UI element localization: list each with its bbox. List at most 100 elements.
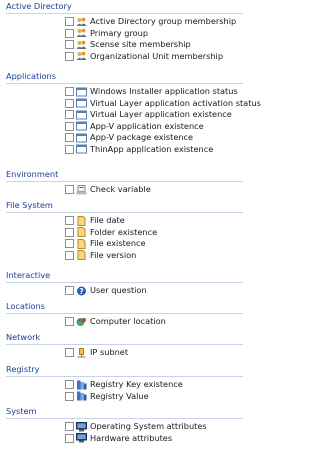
group-header: Active Directory	[0, 1, 246, 14]
checkbox[interactable]	[65, 133, 74, 143]
list-item[interactable]: Computer location	[0, 316, 246, 328]
item-label: Operating System attributes	[90, 421, 207, 432]
group-header: Locations	[0, 301, 246, 314]
item-label: File existence	[90, 238, 146, 249]
group-applications: Applications Windows Installer applicati…	[0, 71, 261, 156]
item-label: Computer location	[90, 316, 166, 327]
item-label: Primary group	[90, 27, 149, 38]
file-icon	[76, 250, 87, 261]
list-item[interactable]: Active Directory group membership	[0, 16, 246, 28]
checkbox[interactable]	[65, 51, 74, 61]
item-label: App-V application existence	[90, 120, 204, 131]
list-item[interactable]: ThinApp application existence	[0, 144, 246, 156]
computer-icon	[76, 433, 87, 443]
list-item[interactable]: Scense site membership	[0, 39, 246, 51]
window-icon	[76, 144, 87, 154]
list-item[interactable]: File version	[0, 250, 246, 262]
checkbox[interactable]	[65, 286, 74, 296]
location-icon	[76, 317, 87, 327]
checkbox[interactable]	[65, 348, 74, 358]
group-title: Interactive	[6, 270, 54, 280]
users-icon	[76, 28, 87, 38]
checkbox[interactable]	[65, 216, 74, 226]
checkbox[interactable]	[65, 17, 74, 27]
checkbox[interactable]	[65, 110, 74, 120]
checkbox[interactable]	[65, 391, 74, 401]
list-item[interactable]: Windows Installer application status	[0, 86, 246, 98]
list-item[interactable]: File date	[0, 215, 246, 227]
file-icon	[76, 215, 87, 226]
window-icon	[76, 121, 87, 131]
list-item[interactable]: IP subnet	[0, 347, 246, 359]
list-item[interactable]: Virtual Layer application activation sta…	[0, 98, 261, 110]
group-header: System	[0, 406, 246, 419]
list-item[interactable]: Check variable	[0, 184, 246, 196]
group-title: File System	[6, 200, 56, 210]
item-label: ThinApp application existence	[90, 143, 214, 154]
checkbox[interactable]	[65, 433, 74, 443]
list-item[interactable]: App-V package existence	[0, 132, 246, 144]
item-label: Virtual Layer application activation sta…	[90, 97, 261, 108]
group-locations: Locations Computer location	[0, 301, 246, 328]
item-label: Windows Installer application status	[90, 86, 238, 97]
item-label: User question	[90, 285, 147, 296]
list-item[interactable]: Hardware attributes	[0, 433, 246, 445]
group-registry: Registry Registry Key existence Registry…	[0, 364, 246, 402]
item-label: Organizational Unit membership	[90, 50, 224, 61]
item-label: File version	[90, 249, 137, 260]
users-icon	[76, 17, 87, 27]
item-label: Registry Value	[90, 390, 149, 401]
group-network: Network IP subnet	[0, 332, 246, 359]
group-title: Environment	[6, 169, 62, 179]
group-header: Network	[0, 332, 246, 345]
checkbox[interactable]	[65, 28, 74, 38]
users-icon	[76, 51, 87, 61]
group-header: Environment	[0, 169, 246, 182]
group-title: Applications	[6, 71, 60, 81]
group-header: Applications	[0, 71, 246, 84]
group-active-directory: Active Directory Active Directory group …	[0, 1, 246, 62]
group-title: Registry	[6, 364, 43, 374]
list-item[interactable]: Folder existence	[0, 227, 246, 239]
list-item[interactable]: Registry Key existence	[0, 379, 246, 391]
network-icon	[76, 347, 87, 358]
svg-text:?: ?	[79, 287, 83, 296]
list-item[interactable]: Organizational Unit membership	[0, 51, 246, 63]
checkbox[interactable]	[65, 40, 74, 50]
list-item[interactable]: Registry Value	[0, 391, 246, 403]
list-item[interactable]: Operating System attributes	[0, 421, 246, 433]
checkbox[interactable]	[65, 422, 74, 432]
group-system: System Operating System attributes Hardw…	[0, 406, 246, 444]
group-header: File System	[0, 200, 246, 213]
item-label: App-V package existence	[90, 132, 194, 143]
item-label: IP subnet	[90, 347, 129, 358]
checkbox[interactable]	[65, 185, 74, 195]
checkbox[interactable]	[65, 87, 74, 97]
item-label: File date	[90, 215, 125, 226]
checkbox[interactable]	[65, 121, 74, 131]
checkbox[interactable]	[65, 380, 74, 390]
users-icon	[76, 40, 87, 50]
checkbox[interactable]	[65, 239, 74, 249]
checkbox[interactable]	[65, 317, 74, 327]
registry-icon	[76, 380, 87, 390]
item-label: Folder existence	[90, 226, 158, 237]
list-item[interactable]: App-V application existence	[0, 121, 246, 133]
file-icon	[76, 238, 87, 249]
checkbox[interactable]	[65, 250, 74, 260]
window-icon	[76, 110, 87, 120]
list-item[interactable]: File existence	[0, 238, 246, 250]
item-label: Scense site membership	[90, 39, 191, 50]
checkbox[interactable]	[65, 144, 74, 154]
registry-icon	[76, 391, 87, 401]
list-item[interactable]: Virtual Layer application existence	[0, 109, 246, 121]
window-icon	[76, 98, 87, 108]
checkbox[interactable]	[65, 227, 74, 237]
list-item[interactable]: Primary group	[0, 28, 246, 40]
group-title: System	[6, 406, 40, 416]
group-header: Registry	[0, 364, 246, 377]
list-item[interactable]: ? User question	[0, 285, 246, 297]
group-title: Active Directory	[6, 1, 75, 11]
group-interactive: Interactive ? User question	[0, 270, 246, 297]
checkbox[interactable]	[65, 98, 74, 108]
